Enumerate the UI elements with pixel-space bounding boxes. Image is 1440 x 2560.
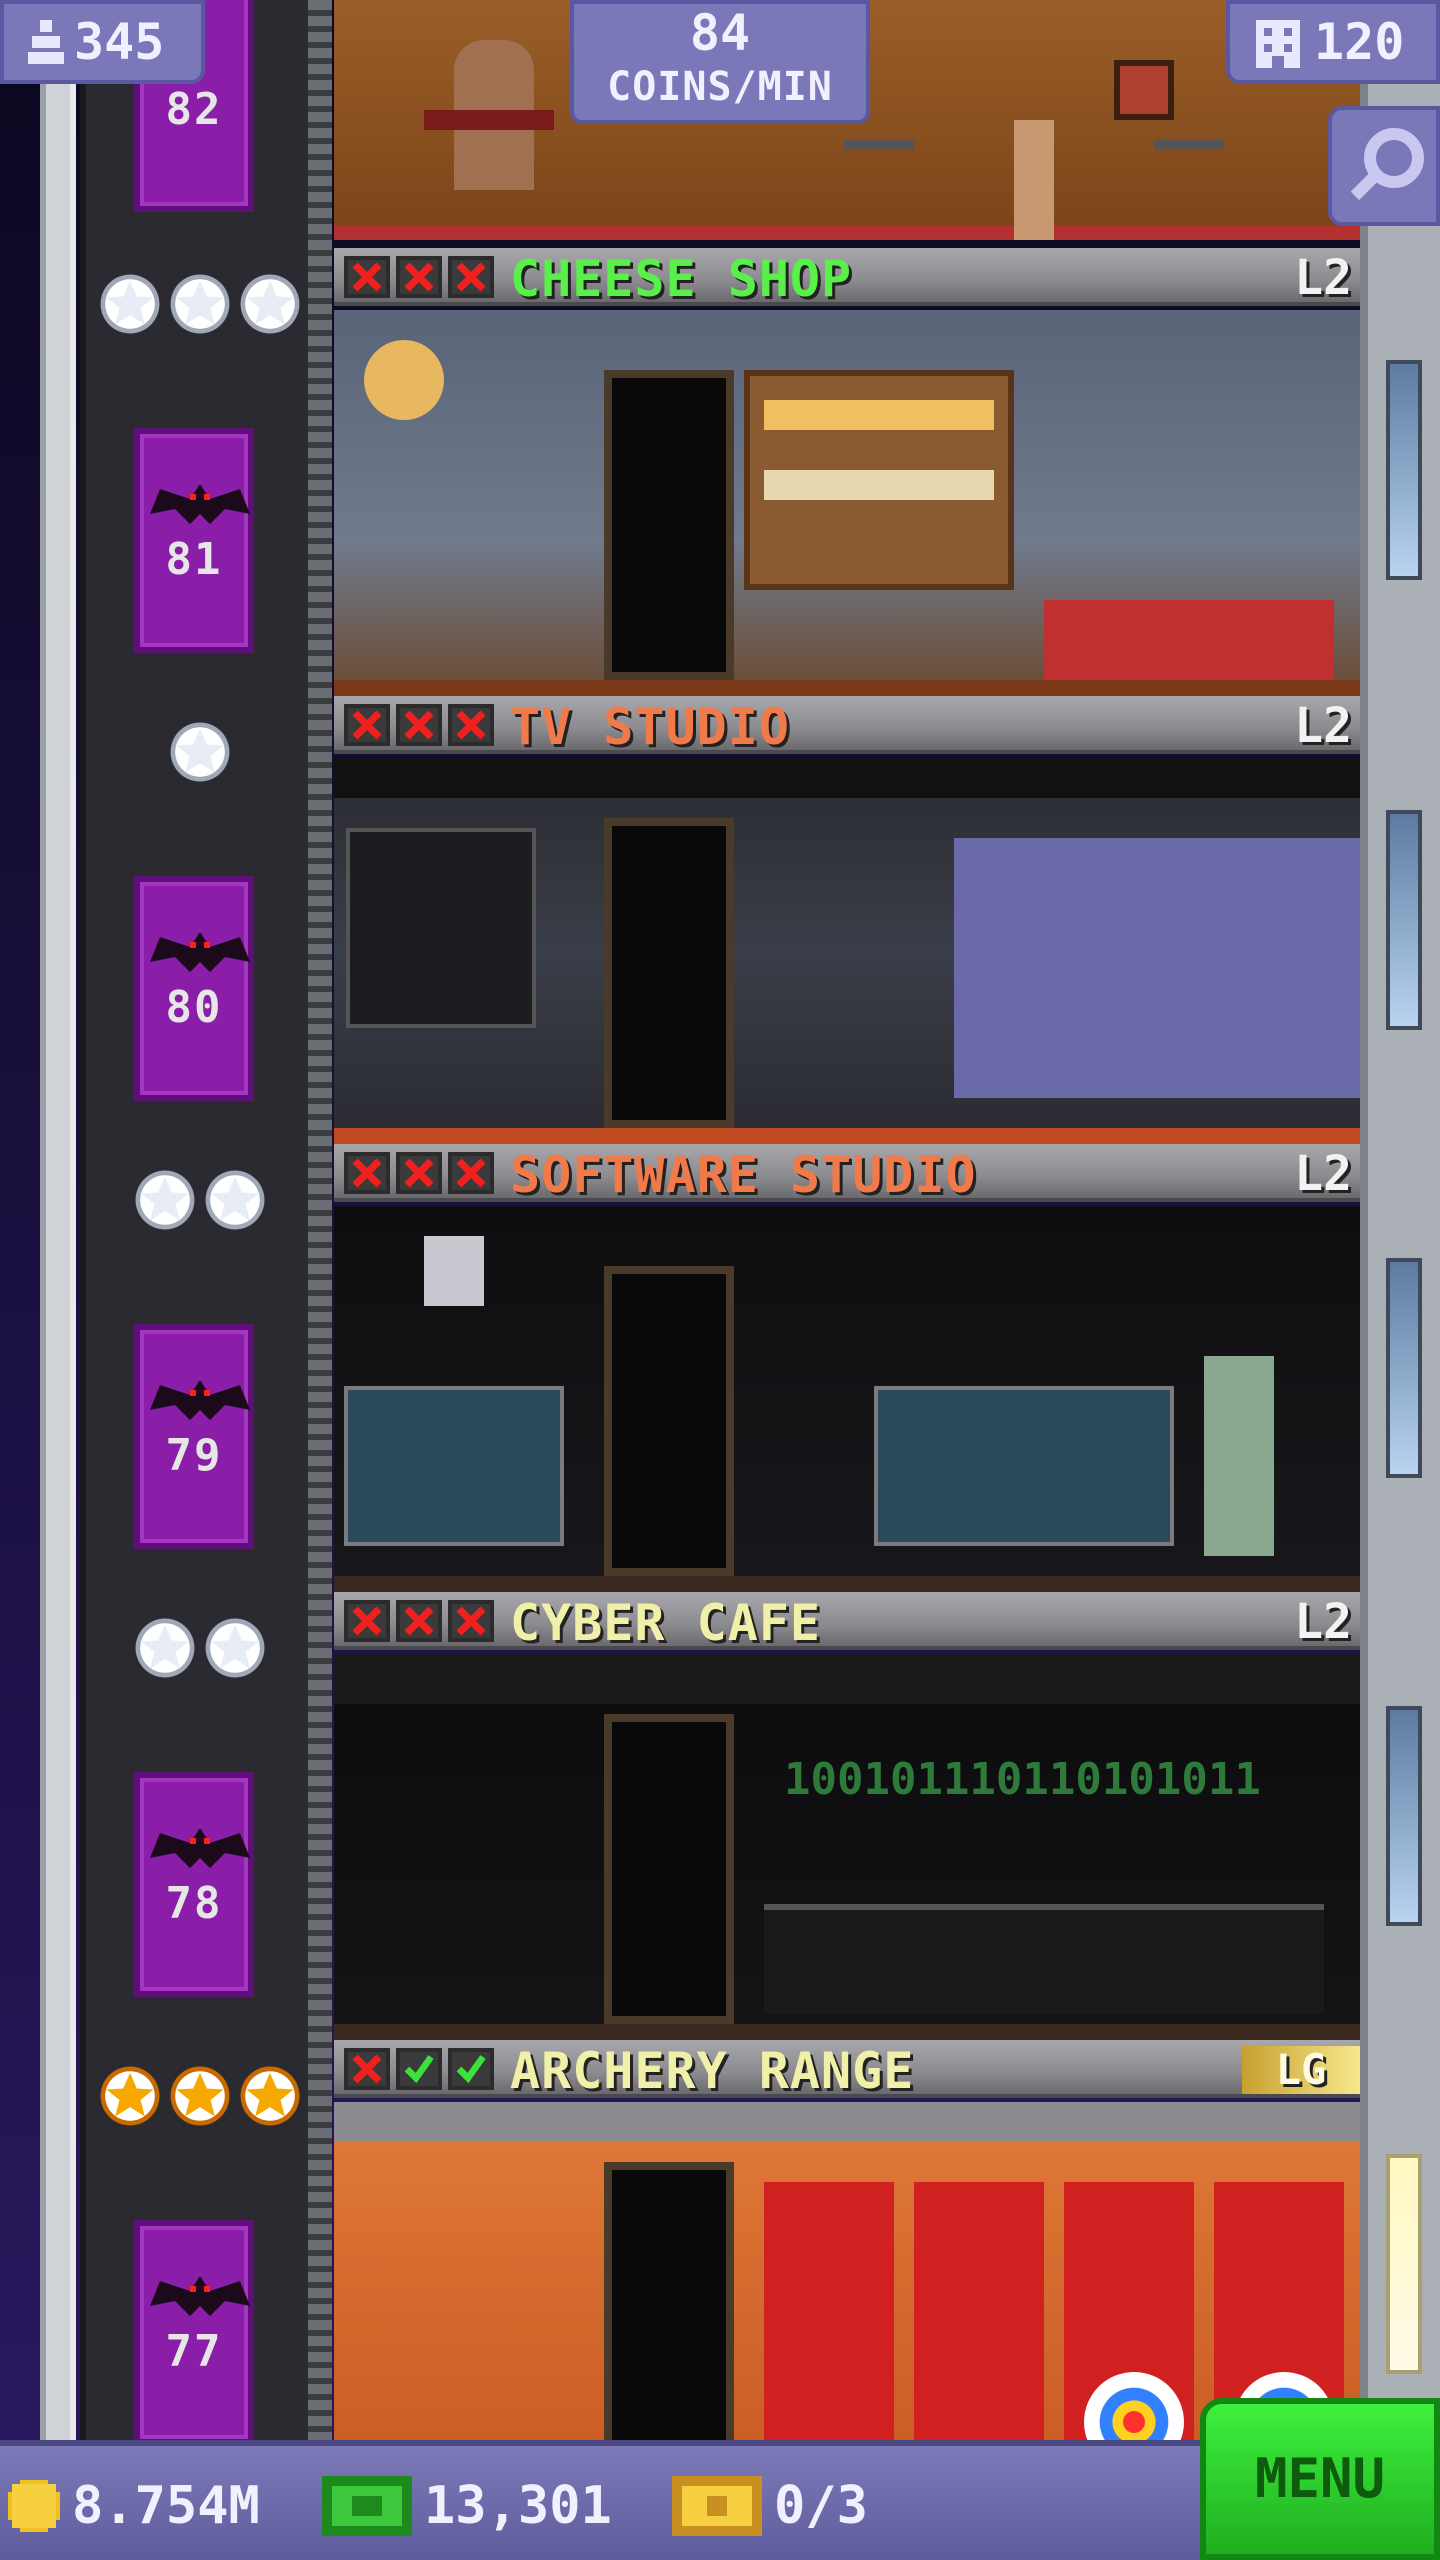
coin-icon [8, 2480, 60, 2532]
floor-number: 77 [165, 2326, 223, 2377]
game-screen: 82 81 CHEESE SHOP L2 80 TV STUDIO L2 79 … [0, 0, 1440, 2560]
room-door [604, 818, 734, 1128]
cross-icon [344, 1152, 390, 1194]
bat-icon [150, 1380, 250, 1420]
floor-count[interactable]: 120 [1226, 0, 1440, 84]
room-name: SOFTWARE STUDIO [510, 1146, 977, 1204]
floor-number: 80 [165, 982, 223, 1033]
tickets-counter[interactable]: 0/3 [672, 2468, 868, 2544]
star-rating [90, 1169, 310, 1231]
income-display: 84 COINS/MIN [570, 0, 870, 124]
room-level: LG [1242, 2046, 1360, 2094]
floor-81[interactable]: 81 CHEESE SHOP L2 [0, 248, 1440, 696]
room-header[interactable]: CHEESE SHOP L2 [334, 248, 1360, 308]
room-level: L2 [1294, 250, 1352, 306]
elevator-car[interactable]: 79 [134, 1324, 254, 1549]
room-interior[interactable] [334, 1206, 1360, 1592]
room-name: CHEESE SHOP [510, 250, 853, 308]
floor-count-value: 120 [1314, 13, 1405, 71]
star-icon [170, 2066, 230, 2126]
menu-button[interactable]: MENU [1200, 2398, 1440, 2560]
room-door [604, 370, 734, 680]
star-rating [90, 721, 310, 783]
bux-value: 13,301 [424, 2476, 612, 2536]
floor-number: 78 [165, 1878, 223, 1929]
room-interior[interactable] [334, 310, 1360, 696]
bat-icon [150, 484, 250, 524]
room-name: TV STUDIO [510, 698, 790, 756]
elevator-car[interactable]: 77 [134, 2220, 254, 2445]
coins-counter[interactable]: 8.754M [8, 2468, 260, 2544]
ticket-icon [672, 2476, 762, 2536]
room-door [604, 2162, 734, 2472]
star-icon [205, 1618, 265, 1678]
coins-value: 8.754M [72, 2476, 260, 2536]
cross-icon [396, 1152, 442, 1194]
room-interior[interactable]: 100101110110101011 [334, 1654, 1360, 2040]
floor-78[interactable]: 78 CYBER CAFE L2 100101110110101011 [0, 1592, 1440, 2040]
room-level: L2 [1294, 1594, 1352, 1650]
floor-80[interactable]: 80 TV STUDIO L2 [0, 696, 1440, 1144]
star-icon [240, 2066, 300, 2126]
floor-number: 82 [165, 84, 223, 135]
population-counter[interactable]: 345 [0, 0, 205, 84]
cross-icon [396, 1600, 442, 1642]
cross-icon [344, 704, 390, 746]
building-icon [1256, 20, 1300, 68]
star-icon [135, 1618, 195, 1678]
cross-icon [344, 1600, 390, 1642]
magnifier-icon [1350, 128, 1424, 201]
cross-icon [448, 256, 494, 298]
cross-icon [344, 256, 390, 298]
elevator-car[interactable]: 78 [134, 1772, 254, 1997]
bat-icon [150, 932, 250, 972]
cross-icon [396, 704, 442, 746]
room-interior[interactable] [334, 758, 1360, 1144]
room-level: L2 [1294, 698, 1352, 754]
star-icon [100, 2066, 160, 2126]
cross-icon [344, 2048, 390, 2090]
income-unit: COINS/MIN [607, 64, 833, 110]
bux-icon [322, 2476, 412, 2536]
room-door [604, 1714, 734, 2024]
room-door [604, 1266, 734, 1576]
cross-icon [396, 256, 442, 298]
bat-icon [150, 1828, 250, 1868]
room-level: L2 [1294, 1146, 1352, 1202]
elevator-car[interactable]: 80 [134, 876, 254, 1101]
star-rating [90, 1617, 310, 1679]
star-icon [205, 1170, 265, 1230]
check-icon [448, 2048, 494, 2090]
floor-number: 81 [165, 534, 223, 585]
star-rating [90, 2065, 310, 2127]
star-icon [170, 722, 230, 782]
population-value: 345 [74, 13, 165, 71]
search-button[interactable] [1328, 106, 1440, 226]
tickets-value: 0/3 [774, 2476, 868, 2536]
star-icon [240, 274, 300, 334]
cross-icon [448, 1600, 494, 1642]
person-icon [28, 20, 64, 64]
income-value: 84 [689, 4, 751, 62]
room-name: ARCHERY RANGE [510, 2042, 915, 2100]
bat-icon [150, 2276, 250, 2316]
room-header[interactable]: ARCHERY RANGE LG [334, 2040, 1360, 2100]
bux-counter[interactable]: 13,301 [322, 2468, 612, 2544]
room-header[interactable]: CYBER CAFE L2 [334, 1592, 1360, 1652]
room-name: CYBER CAFE [510, 1594, 822, 1652]
floor-number: 79 [165, 1430, 223, 1481]
star-icon [135, 1170, 195, 1230]
check-icon [396, 2048, 442, 2090]
cross-icon [448, 704, 494, 746]
room-header[interactable]: SOFTWARE STUDIO L2 [334, 1144, 1360, 1204]
floor-79[interactable]: 79 SOFTWARE STUDIO L2 [0, 1144, 1440, 1592]
room-header[interactable]: TV STUDIO L2 [334, 696, 1360, 756]
binary-sign: 100101110110101011 [784, 1754, 1261, 1805]
star-rating [90, 273, 310, 335]
star-icon [170, 274, 230, 334]
cross-icon [448, 1152, 494, 1194]
star-icon [100, 274, 160, 334]
elevator-car[interactable]: 81 [134, 428, 254, 653]
